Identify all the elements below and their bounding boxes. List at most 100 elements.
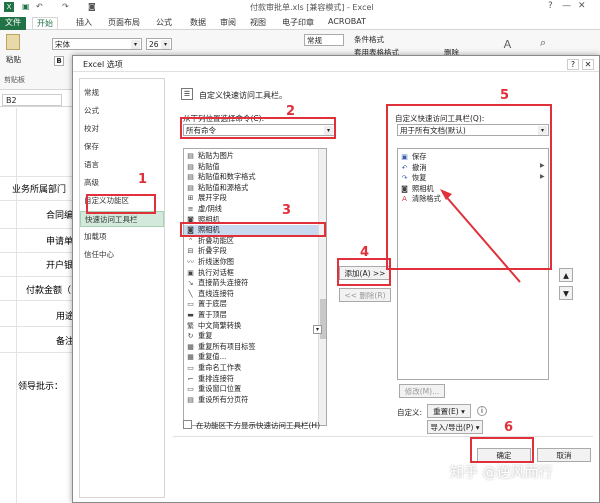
list-item[interactable]: ↘ 直接箭头连接符 (184, 278, 249, 289)
list-item[interactable]: ▭ 重设窗口位置 (184, 384, 241, 395)
list-item-selected[interactable]: ◙ 照相机 (184, 225, 326, 236)
list-item[interactable]: ▣ 执行对话框 (184, 268, 234, 279)
list-item[interactable]: ▣ 保存 (398, 152, 426, 163)
tab-view[interactable]: 视图 (250, 17, 266, 28)
submenu-arrow-icon: ▶ (540, 162, 545, 169)
find-icon[interactable]: ⌕ (540, 36, 546, 50)
list-item[interactable]: 繁中文简繁转换 (184, 321, 241, 332)
list-item[interactable]: ⌐ 重排连接符 (184, 374, 234, 385)
list-item[interactable]: ▬ 置于顶层 (184, 310, 227, 321)
tab-home[interactable]: 开始 (32, 17, 58, 29)
list-item-label: 粘贴值 (198, 161, 220, 171)
list-item[interactable]: ▤ 粘贴为图片 (184, 151, 234, 162)
list-item[interactable]: ⌃ 折叠功能区 (184, 236, 234, 247)
cancel-button[interactable]: 取消 (537, 448, 591, 462)
number-format-combo[interactable]: 常规 (304, 34, 344, 46)
bold-button[interactable]: B (54, 56, 64, 66)
nav-item-quick-access-toolbar[interactable]: 快速访问工具栏 (80, 211, 164, 227)
sheet-label-bank: 开户银 (46, 261, 74, 271)
help-icon[interactable]: ? (567, 59, 579, 70)
nav-item-trust-center[interactable]: 信任中心 (80, 247, 164, 263)
window-title: 付款审批单.xls [兼容模式] - Excel (250, 3, 374, 12)
move-up-button[interactable]: ▲ (559, 268, 573, 282)
modify-button[interactable]: 修改(M)... (399, 384, 445, 398)
close-icon[interactable]: ✕ (582, 59, 594, 70)
nav-item-addins[interactable]: 加载项 (80, 229, 164, 245)
list-item[interactable]: ▤ 粘贴值和源格式 (184, 183, 248, 194)
move-down-button[interactable]: ▼ (559, 286, 573, 300)
list-item[interactable]: ◙ 照相机 (184, 215, 219, 226)
nav-item-proofing[interactable]: 校对 (80, 121, 164, 137)
add-button[interactable]: 添加(A) >> (339, 266, 391, 280)
choose-commands-combo[interactable]: 所有命令 ▾ (183, 124, 335, 136)
undo-icon[interactable]: ↶ (36, 2, 43, 11)
save-icon[interactable]: ▣ (22, 2, 30, 11)
import-export-button[interactable]: 导入/导出(P) ▾ (427, 420, 483, 434)
reset-button[interactable]: 重置(E) ▾ (427, 404, 471, 418)
tab-data[interactable]: 数据 (190, 17, 206, 28)
font-size-combo[interactable]: 26 ▾ (146, 38, 172, 50)
paste-label[interactable]: 粘贴 (6, 54, 21, 65)
close-icon[interactable]: ✕ (578, 1, 586, 11)
qat-list[interactable]: ▣ 保存 ↶ 撤消 ↷ 恢复 ◙ 照相机 A 清除格式 ▶ ▶ (397, 148, 549, 380)
nav-item-advanced[interactable]: 高级 (80, 175, 164, 191)
list-item[interactable]: ▤ 重设所有分页符 (184, 395, 248, 406)
list-item[interactable]: ▦ 重复值... (184, 352, 226, 363)
ok-button[interactable]: 确定 (477, 448, 531, 462)
command-list-scrollbar[interactable] (318, 149, 326, 425)
list-item-label: 粘贴值和源格式 (198, 182, 249, 192)
list-item[interactable]: ▭ 重命名工作表 (184, 363, 241, 374)
list-item[interactable]: ↷ 恢复 (398, 173, 427, 184)
remove-button[interactable]: << 删除(R) (339, 288, 391, 302)
customize-label: 自定义: (397, 408, 423, 417)
chevron-down-icon[interactable]: ▾ (313, 325, 322, 334)
nav-item-language[interactable]: 语言 (80, 157, 164, 173)
list-item[interactable]: ▭ 置于底层 (184, 299, 227, 310)
redo-icon[interactable]: ↷ (62, 2, 69, 11)
minimize-icon[interactable]: — (562, 1, 571, 11)
list-item[interactable]: 〰折线迷你图 (184, 257, 234, 268)
tab-review[interactable]: 审阅 (220, 17, 236, 28)
list-item[interactable]: ↶ 撤消 (398, 163, 427, 174)
list-item[interactable]: ⊟ 折叠字段 (184, 246, 227, 257)
tab-esign[interactable]: 电子印章 (282, 17, 314, 28)
list-item-label: 重复 (198, 331, 213, 341)
list-item[interactable]: ≡ 虚/阴线 (184, 204, 222, 215)
list-item[interactable]: ⊞ 展开字段 (184, 193, 227, 204)
sort-filter-icon[interactable]: Ａ (502, 36, 513, 52)
tab-acrobat[interactable]: ACROBAT (328, 17, 366, 26)
tab-insert[interactable]: 插入 (76, 17, 92, 28)
list-item-label: 重命名工作表 (198, 363, 242, 372)
annotation-number-2: 2 (286, 104, 296, 119)
help-icon[interactable]: ? (548, 1, 553, 11)
list-item[interactable]: ↻ 重复 (184, 331, 213, 342)
chevron-down-icon: ▾ (161, 40, 170, 49)
nav-item-general[interactable]: 常规 (80, 85, 164, 101)
show-below-ribbon-checkbox[interactable] (183, 420, 192, 429)
list-item[interactable]: ▤ 粘贴值和数字格式 (184, 172, 255, 183)
camera-icon[interactable]: ◙ (88, 2, 96, 11)
tab-formulas[interactable]: 公式 (156, 17, 172, 28)
chevron-down-icon: ▾ (131, 40, 140, 49)
list-item[interactable]: ▤ 粘贴值 (184, 161, 220, 173)
font-name-value: 宋体 (55, 40, 70, 49)
nav-item-save[interactable]: 保存 (80, 139, 164, 155)
list-item[interactable]: A 清除格式 (398, 194, 441, 205)
list-item-label: 虚/阴线 (198, 204, 222, 213)
line-icon: ≡ (187, 205, 194, 213)
font-name-combo[interactable]: 宋体 ▾ (52, 38, 142, 50)
customize-qat-combo[interactable]: 用于所有文档(默认) ▾ (397, 124, 549, 136)
list-item[interactable]: ╲ 直线连接符 (184, 289, 234, 300)
paste-icon[interactable] (6, 34, 20, 50)
nav-item-customize-ribbon[interactable]: 自定义功能区 (80, 193, 164, 209)
name-box[interactable]: B2 (2, 94, 62, 106)
nav-item-formulas[interactable]: 公式 (80, 103, 164, 119)
list-item[interactable]: ◙ 照相机 (398, 184, 433, 195)
paste-icon: ▤ (187, 183, 194, 192)
tab-page-layout[interactable]: 页面布局 (108, 17, 140, 28)
tab-file[interactable]: 文件 (0, 17, 26, 30)
list-item[interactable]: ▦ 重复所有项目标签 (184, 342, 255, 353)
annotation-number-3: 3 (282, 203, 292, 218)
conditional-format-button[interactable]: 条件格式 (354, 34, 384, 45)
command-list[interactable]: ▤ 粘贴为图片 ▤ 粘贴值 ▤ 粘贴值和数字格式 ▤ 粘贴值和源格式 ⊞ 展开字段 ≡ 虚/… (183, 148, 327, 426)
